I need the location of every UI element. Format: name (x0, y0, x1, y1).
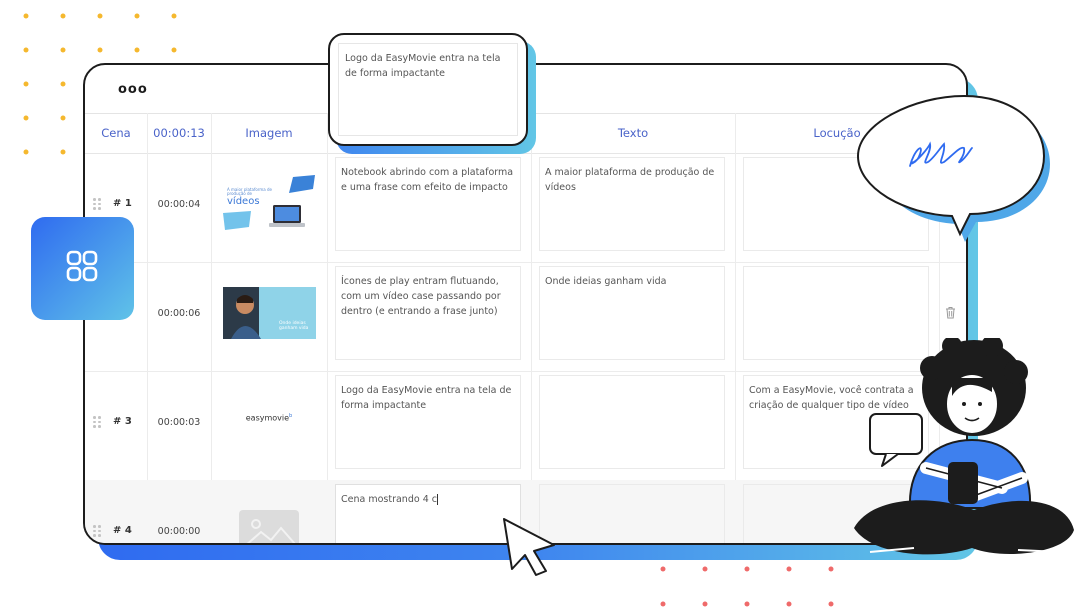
column-header-cena[interactable]: Cena (85, 113, 147, 153)
scene-thumbnail[interactable]: A maior plataforma de produção de vídeos (223, 175, 315, 237)
column-header-imagem[interactable]: Imagem (211, 113, 327, 153)
drag-handle-icon[interactable] (93, 525, 101, 537)
column-header-texto[interactable]: Texto (531, 113, 735, 153)
thumbnail-caption-big: vídeos (227, 196, 260, 207)
description-field[interactable]: Logo da EasyMovie entra na tela de forma… (335, 375, 521, 469)
text-field[interactable] (539, 484, 725, 543)
table-row: # 1 00:00:04 A maior plataforma de produ… (85, 153, 966, 263)
text-field[interactable]: Onde ideias ganham vida (539, 266, 725, 360)
scene-time: 00:00:04 (157, 199, 201, 210)
text-field[interactable] (539, 375, 725, 469)
description-field[interactable]: Notebook abrindo com a plataforma e uma … (335, 157, 521, 251)
table-row: 00:00:06 Onde ideias ganham vida Ícones … (85, 262, 966, 372)
text-field[interactable]: A maior plataforma de produção de vídeos (539, 157, 725, 251)
scene-time: 00:00:00 (157, 526, 201, 537)
scene-number: # 3 (113, 416, 132, 427)
scene-time: 00:00:06 (157, 308, 201, 319)
speech-bubble-icon (856, 94, 1050, 242)
scene-number: # 4 (113, 525, 132, 536)
person-with-phone-illustration (854, 338, 1074, 555)
grid-app-tile[interactable] (31, 217, 134, 320)
person-photo-thumbnail-art (223, 287, 316, 339)
column-header-duration[interactable]: 00:00:13 (147, 113, 211, 153)
drag-handle-icon[interactable] (93, 198, 101, 210)
drag-preview-text: Logo da EasyMovie entra na tela de forma… (338, 43, 518, 136)
description-field[interactable]: Ícones de play entram flutuando, com um … (335, 266, 521, 360)
image-placeholder-icon[interactable] (239, 510, 299, 545)
scene-time: 00:00:03 (157, 417, 201, 428)
drag-preview-card[interactable]: Logo da EasyMovie entra na tela de forma… (328, 33, 528, 146)
scene-number: # 1 (113, 198, 132, 209)
thumbnail-caption: Onde ideias ganham vida (279, 321, 309, 331)
table-row: # 3 00:00:03 easymovieb Logo da EasyMovi… (85, 371, 966, 481)
scene-thumbnail[interactable]: Onde ideias ganham vida (223, 287, 316, 339)
trash-icon[interactable] (945, 306, 956, 319)
mouse-cursor-icon (503, 518, 555, 576)
thumbnail-caption-small: A maior plataforma de produção de (227, 187, 272, 196)
window-controls[interactable]: ooo (118, 82, 148, 97)
drag-handle-icon[interactable] (93, 416, 101, 428)
description-field-active[interactable]: Cena mostrando 4 c (335, 484, 521, 543)
grid-icon (66, 250, 98, 282)
dot-pattern-red (660, 566, 834, 607)
easymovie-logo[interactable]: easymovieb (223, 413, 315, 423)
